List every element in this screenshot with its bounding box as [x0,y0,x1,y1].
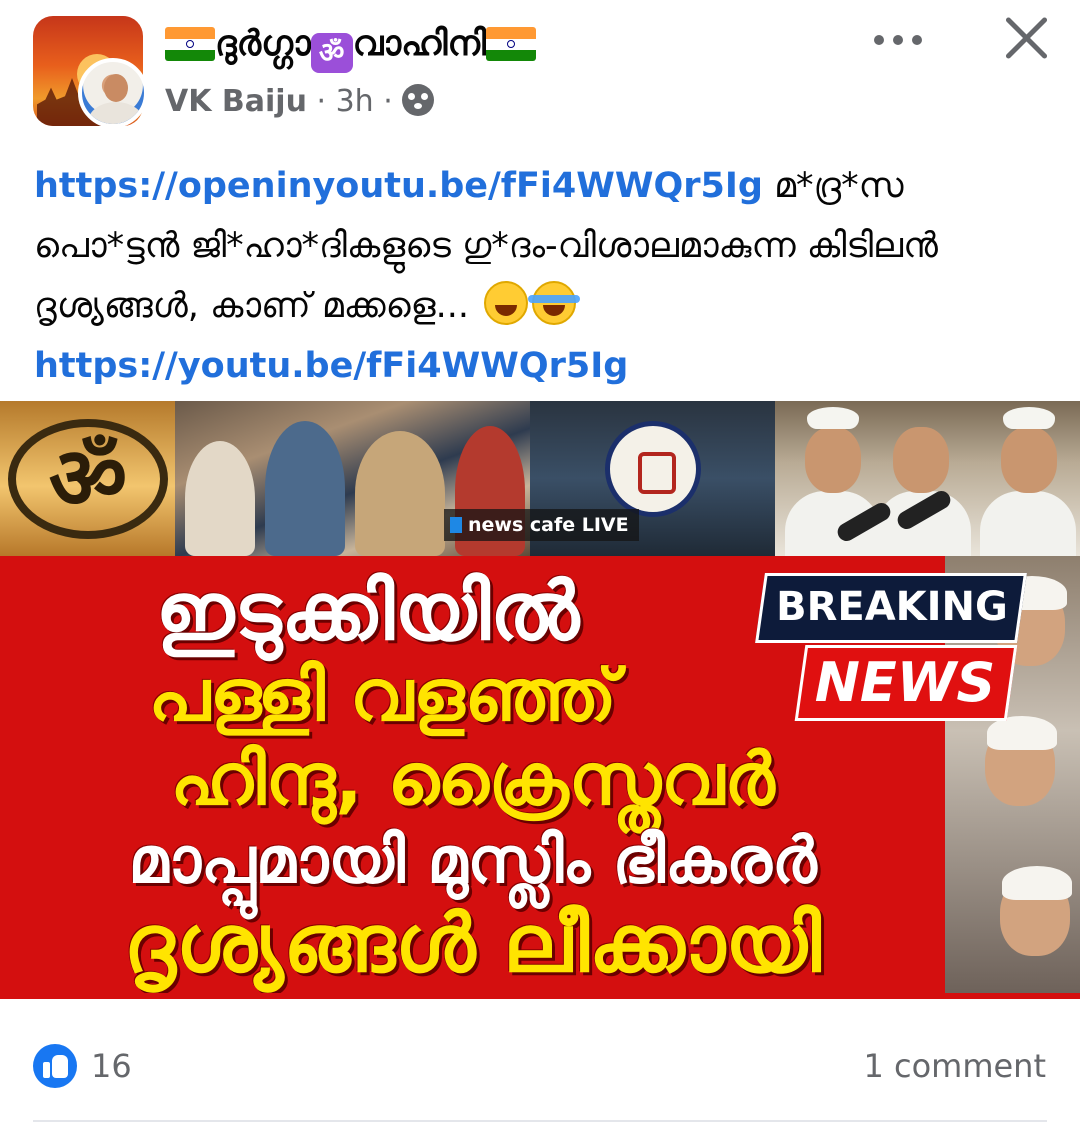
post-link-2[interactable]: https://youtu.be/fFi4WWQr5Ig [34,346,628,386]
like-count[interactable]: 16 [91,1044,132,1088]
thumbnail-photo-strip: ॐ news cafe LIVE [0,401,1080,561]
grinning-face-emoji-icon [484,281,529,325]
group-name-part-2: വാഹിനി [352,24,487,64]
india-flag-icon [165,27,215,61]
post-header: ദുർഗ്ഗാ ॐ വാഹിനി VK Baiju · 3h · [0,0,1080,140]
post-link-1[interactable]: https://openinyoutu.be/fFi4WWQr5Ig [34,166,763,206]
channel-tag: news cafe LIVE [444,509,639,541]
tears-of-joy-emoji-icon [528,281,581,325]
group-name[interactable]: ദുർഗ്ഗാ ॐ വാഹിനി [165,22,537,73]
headline-line-5: ദൃശ്യങ്ങൾ ലീക്കായി [123,897,822,990]
more-dot-icon [874,35,884,45]
om-icon: ॐ [8,419,168,539]
meta-separator: · [383,84,393,119]
news-label: NEWS [814,651,996,714]
group-audience-icon[interactable] [402,84,435,116]
breaking-label: BREAKING [776,584,1008,630]
post-text: https://openinyoutu.be/fFi4WWQr5Ig മ*ദ്ര… [34,156,1054,396]
thumbnail-bottom-band [0,993,1080,1011]
headline-line-4: മാപ്പുമായി മുസ്ലിം ഭീകരർ [128,824,817,898]
video-thumbnail[interactable]: ॐ news cafe LIVE ഇടുക്കിയിൽ പള്ളി വളഞ്ഞ്… [0,401,1080,1011]
post-timestamp[interactable]: 3h [336,84,374,119]
like-icon[interactable] [33,1044,77,1088]
post-meta: VK Baiju · 3h · [165,80,435,124]
headline-line-3: ഹിന്ദു, ക്രൈസ്തവർ [170,737,775,821]
author-name[interactable]: VK Baiju [165,84,307,119]
meta-separator: · [316,84,327,119]
headline-line-1: ഇടുക്കിയിൽ [155,565,580,658]
om-photo: ॐ [0,401,175,556]
more-options-button[interactable] [868,20,928,60]
interview-photo [775,401,1080,561]
om-icon: ॐ [310,33,353,73]
divider [33,1120,1047,1122]
headline-line-2: പള്ളി വളഞ്ഞ് [148,653,617,737]
nia-seal-icon [605,421,701,517]
india-flag-icon [486,27,537,61]
comment-count[interactable]: 1 comment [863,1044,1046,1088]
more-dot-icon [912,35,922,45]
reactions-bar: 16 1 comment [0,1030,1080,1106]
group-name-part-1: ദുർഗ്ഗാ [215,24,311,64]
more-dot-icon [893,35,903,45]
author-avatar[interactable] [78,58,148,128]
close-icon[interactable] [996,8,1056,68]
